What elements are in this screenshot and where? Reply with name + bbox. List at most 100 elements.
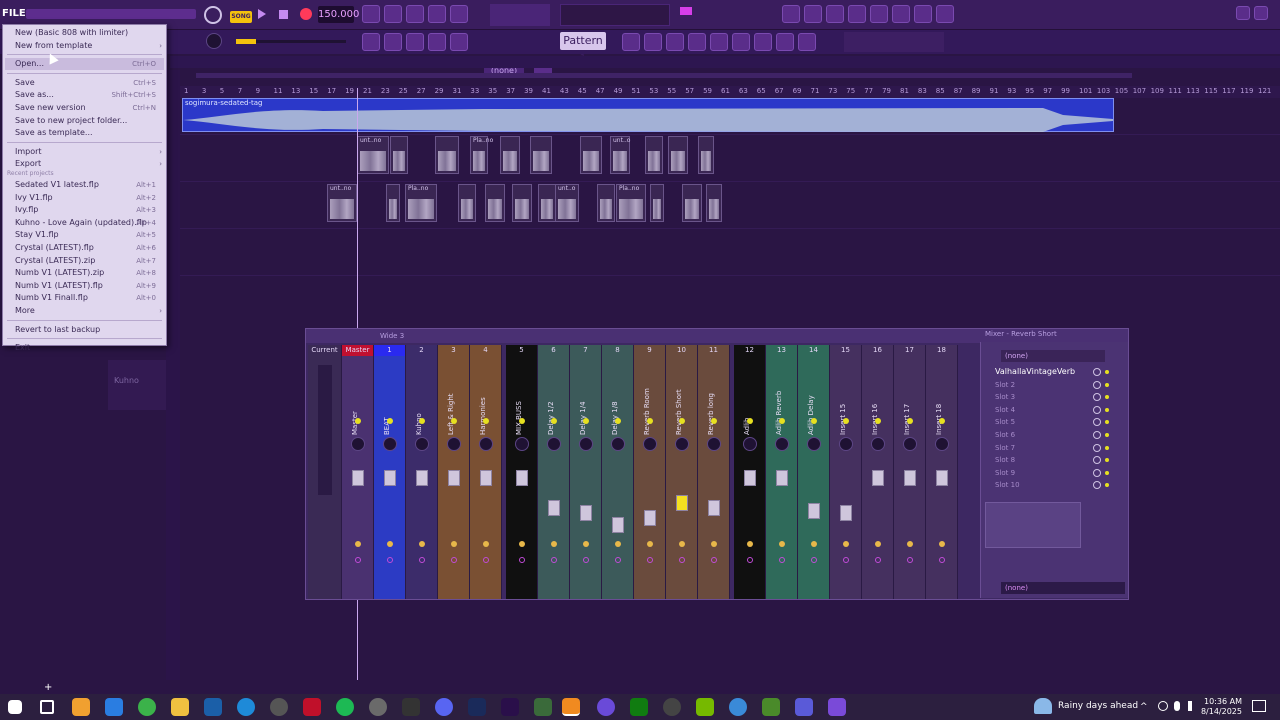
pattern-selector[interactable]: Pattern 1 bbox=[560, 32, 606, 65]
fx-slot[interactable]: Slot 9 bbox=[995, 467, 1109, 479]
metronome-icon[interactable] bbox=[384, 5, 402, 23]
settings-icon[interactable] bbox=[663, 698, 681, 716]
slot-enable-led[interactable] bbox=[1105, 483, 1109, 488]
slot-enable-led[interactable] bbox=[1105, 445, 1109, 450]
route-icon[interactable] bbox=[386, 557, 393, 563]
pattern-clip[interactable] bbox=[597, 184, 615, 222]
volume-fader[interactable] bbox=[611, 517, 624, 533]
volume-fader[interactable] bbox=[515, 470, 528, 486]
route-icon[interactable] bbox=[550, 557, 557, 563]
volume-fader[interactable] bbox=[839, 505, 852, 521]
eq-display[interactable] bbox=[985, 502, 1081, 548]
fx-slot[interactable]: Slot 5 bbox=[995, 416, 1109, 428]
brush-icon[interactable] bbox=[428, 33, 446, 51]
chart-app-icon[interactable] bbox=[534, 698, 552, 716]
mixer-strip[interactable]: 2 Kuhno bbox=[406, 345, 438, 599]
fx-slot[interactable]: ValhallaVintageVerb bbox=[995, 366, 1109, 378]
arm-icon[interactable] bbox=[386, 541, 393, 547]
loop-record-icon[interactable] bbox=[450, 5, 468, 23]
arc-icon[interactable] bbox=[597, 698, 615, 716]
recent-project-item[interactable]: Numb V1 (LATEST).zip bbox=[15, 267, 104, 279]
recent-project-item[interactable]: Numb V1 (LATEST).flp bbox=[15, 280, 103, 292]
arm-icon[interactable] bbox=[550, 541, 557, 547]
volume-fader[interactable] bbox=[447, 470, 460, 486]
arm-icon[interactable] bbox=[938, 541, 945, 547]
mixer-strip[interactable]: 14 Adlib Delay bbox=[798, 345, 830, 599]
notification-icon[interactable] bbox=[1252, 700, 1266, 712]
mixer-icon[interactable] bbox=[848, 5, 866, 23]
fx-slot[interactable]: Slot 6 bbox=[995, 429, 1109, 441]
plugin-picker-icon[interactable] bbox=[892, 5, 910, 23]
close-icon[interactable] bbox=[1254, 6, 1268, 20]
play-icon[interactable] bbox=[258, 9, 266, 19]
steam-icon[interactable] bbox=[204, 698, 222, 716]
menu-item[interactable]: New (Basic 808 with limiter) bbox=[15, 27, 128, 39]
mixer-strip[interactable]: 4 Harmonies bbox=[470, 345, 502, 599]
pattern-clip[interactable] bbox=[485, 184, 505, 222]
recent-project-item[interactable]: Sedated V1 latest.flp bbox=[15, 179, 99, 191]
audio-clip[interactable]: sogimura-sedated-tag bbox=[182, 98, 1114, 132]
route-icon[interactable] bbox=[450, 557, 457, 563]
mute-led[interactable] bbox=[746, 418, 753, 424]
obs-icon[interactable] bbox=[270, 698, 288, 716]
file-menu-button[interactable]: FILE bbox=[2, 4, 26, 24]
pan-knob[interactable] bbox=[806, 437, 821, 451]
slot-enable-led[interactable] bbox=[1105, 382, 1109, 387]
pan-knob[interactable] bbox=[546, 437, 561, 451]
pattern-clip[interactable] bbox=[390, 136, 408, 174]
mixer-strip[interactable]: 1 BEAT bbox=[374, 345, 406, 599]
tempo-tapper-icon[interactable] bbox=[914, 5, 932, 23]
arm-icon[interactable] bbox=[810, 541, 817, 547]
mix-knob-icon[interactable] bbox=[1093, 468, 1101, 477]
pan-knob[interactable] bbox=[838, 437, 853, 451]
mute-led[interactable] bbox=[386, 418, 393, 424]
mute-led[interactable] bbox=[582, 418, 589, 424]
track-header-kuhno[interactable]: Kuhno bbox=[108, 360, 166, 410]
view-help-icon[interactable] bbox=[798, 33, 816, 51]
arm-icon[interactable] bbox=[518, 541, 525, 547]
pattern-clip[interactable] bbox=[458, 184, 476, 222]
arm-icon[interactable] bbox=[354, 541, 361, 547]
mute-led[interactable] bbox=[646, 418, 653, 424]
route-icon[interactable] bbox=[842, 557, 849, 563]
arm-icon[interactable] bbox=[778, 541, 785, 547]
fx-slot[interactable]: Slot 3 bbox=[995, 391, 1109, 403]
mixer-strip[interactable]: 6 Delay 1/2 bbox=[538, 345, 570, 599]
mix-knob-icon[interactable] bbox=[1093, 380, 1101, 389]
mute-led[interactable] bbox=[550, 418, 557, 424]
master-volume-knob[interactable] bbox=[206, 33, 222, 49]
slot-enable-led[interactable] bbox=[1105, 370, 1109, 374]
pattern-clip[interactable] bbox=[530, 136, 552, 174]
github-icon[interactable] bbox=[369, 698, 387, 716]
add-pattern-icon[interactable] bbox=[622, 33, 640, 51]
pan-knob[interactable] bbox=[350, 437, 365, 451]
nvidia-icon[interactable] bbox=[696, 698, 714, 716]
pattern-clip[interactable]: Pla..no bbox=[405, 184, 437, 222]
route-icon[interactable] bbox=[646, 557, 653, 563]
pan-knob[interactable] bbox=[774, 437, 789, 451]
chrome-icon[interactable] bbox=[138, 698, 156, 716]
mixer-strip[interactable]: 18 Insert 18 bbox=[926, 345, 958, 599]
arm-icon[interactable] bbox=[678, 541, 685, 547]
mix-knob-icon[interactable] bbox=[1093, 443, 1101, 452]
spotify-icon[interactable] bbox=[336, 698, 354, 716]
pattern-clip[interactable] bbox=[580, 136, 602, 174]
menu-item[interactable]: New from template bbox=[15, 40, 92, 52]
pattern-clip[interactable] bbox=[682, 184, 702, 222]
pan-knob[interactable] bbox=[934, 437, 949, 451]
pan-knob[interactable] bbox=[610, 437, 625, 451]
route-icon[interactable] bbox=[614, 557, 621, 563]
timeline-ruler[interactable]: 1 3 5 7 9 11 13 15 17 19 21 23 25 27 29 31 33 35 37 39 41 43 4… bbox=[180, 86, 1280, 98]
mixer-strip[interactable]: 8 Delay 1/8 bbox=[602, 345, 634, 599]
slot-enable-led[interactable] bbox=[1105, 395, 1109, 400]
mixer-strip[interactable]: 17 Insert 17 bbox=[894, 345, 926, 599]
premiere-icon[interactable] bbox=[501, 698, 519, 716]
mixer-strip[interactable]: 16 Insert 16 bbox=[862, 345, 894, 599]
view-touch-icon[interactable] bbox=[776, 33, 794, 51]
weather-icon[interactable] bbox=[1034, 698, 1052, 714]
mute-led[interactable] bbox=[354, 418, 361, 424]
pattern-clip[interactable]: unt..o bbox=[555, 184, 579, 222]
menu-item[interactable]: Save as... bbox=[15, 89, 54, 101]
volume-fader[interactable] bbox=[351, 470, 364, 486]
menu-item-exit[interactable]: Exit bbox=[15, 342, 30, 354]
